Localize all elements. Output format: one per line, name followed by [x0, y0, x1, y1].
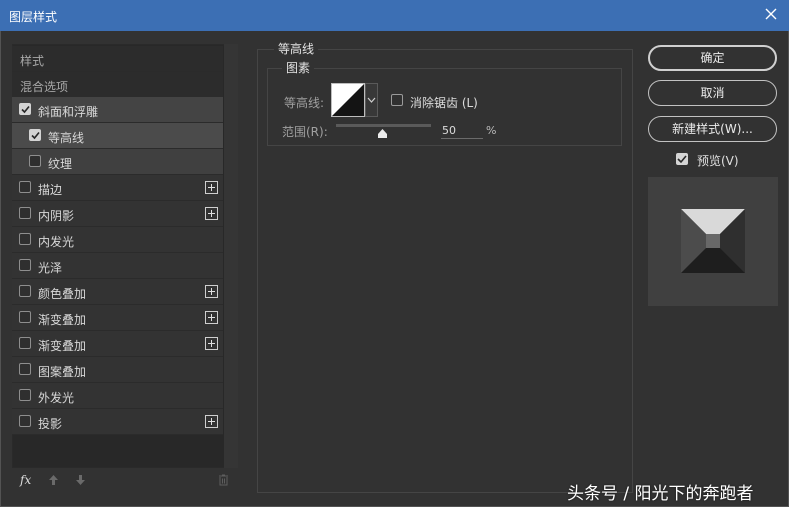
contour-label: 等高线: — [284, 96, 325, 110]
style-item-stroke[interactable]: 描边 — [12, 175, 223, 201]
add-icon[interactable] — [205, 337, 218, 350]
checkbox[interactable] — [19, 233, 31, 245]
item-label: 混合选项 — [20, 80, 69, 94]
add-icon[interactable] — [205, 181, 218, 194]
ok-button[interactable]: 确定 — [648, 45, 777, 71]
item-label: 投影 — [38, 417, 63, 431]
preview-label: 预览(V) — [697, 154, 739, 168]
item-label: 渐变叠加 — [38, 313, 87, 327]
chevron-down-icon — [367, 97, 376, 103]
item-label: 描边 — [38, 183, 63, 197]
range-unit: % — [486, 124, 497, 137]
item-label: 等高线 — [48, 131, 85, 145]
close-icon[interactable] — [763, 6, 779, 22]
item-label: 图案叠加 — [38, 365, 87, 379]
style-item-inner-shadow[interactable]: 内阴影 — [12, 201, 223, 227]
contour-picker[interactable] — [331, 83, 365, 117]
style-item-bevel-emboss[interactable]: 斜面和浮雕 — [12, 97, 223, 123]
item-label: 渐变叠加 — [38, 339, 87, 353]
item-label: 斜面和浮雕 — [38, 105, 99, 119]
item-label: 样式 — [20, 54, 45, 68]
style-item-contour[interactable]: 等高线 — [12, 123, 223, 149]
style-item-color-overlay[interactable]: 颜色叠加 — [12, 279, 223, 305]
elements-group-title: 图素 — [282, 59, 315, 76]
style-item-gradient-overlay-2[interactable]: 渐变叠加 — [12, 331, 223, 357]
contour-dropdown[interactable] — [365, 83, 378, 117]
watermark-text: 头条号 / 阳光下的奔跑者 — [567, 484, 754, 504]
fx-button[interactable]: fx — [20, 473, 31, 487]
checkbox[interactable] — [29, 129, 41, 141]
window-title: 图层样式 — [9, 10, 58, 24]
checkbox[interactable] — [19, 337, 31, 349]
add-icon[interactable] — [205, 415, 218, 428]
item-label: 外发光 — [38, 391, 75, 405]
style-preview — [648, 177, 778, 306]
style-item-drop-shadow[interactable]: 投影 — [12, 409, 223, 435]
checkbox[interactable] — [19, 363, 31, 375]
checkbox[interactable] — [19, 285, 31, 297]
range-label: 范围(R): — [282, 125, 328, 139]
title-bar: 图层样式 — [0, 0, 789, 31]
preview-checkbox[interactable] — [676, 153, 688, 165]
move-up-icon[interactable] — [48, 474, 59, 489]
checkbox[interactable] — [29, 155, 41, 167]
item-label: 纹理 — [48, 157, 73, 171]
cancel-button[interactable]: 取消 — [648, 80, 777, 106]
style-list-header-styles[interactable]: 样式 — [12, 46, 223, 72]
add-icon[interactable] — [205, 285, 218, 298]
style-item-texture[interactable]: 纹理 — [12, 149, 223, 175]
item-label: 光泽 — [38, 261, 63, 275]
preview-bevel-swatch — [681, 209, 745, 273]
antialias-checkbox[interactable] — [391, 94, 403, 106]
range-value-input[interactable]: 50 — [441, 122, 483, 139]
style-item-outer-glow[interactable]: 外发光 — [12, 383, 223, 409]
new-style-button[interactable]: 新建样式(W)... — [648, 116, 777, 142]
add-icon[interactable] — [205, 311, 218, 324]
item-label: 内发光 — [38, 235, 75, 249]
contour-group-title: 等高线 — [274, 40, 319, 57]
checkbox[interactable] — [19, 311, 31, 323]
style-item-pattern-overlay[interactable]: 图案叠加 — [12, 357, 223, 383]
checkbox[interactable] — [19, 415, 31, 427]
item-label: 颜色叠加 — [38, 287, 87, 301]
range-value-text: 50 — [442, 124, 456, 137]
style-list-blending-options[interactable]: 混合选项 — [12, 72, 223, 98]
trash-icon[interactable] — [218, 474, 229, 489]
style-item-inner-glow[interactable]: 内发光 — [12, 227, 223, 253]
move-down-icon[interactable] — [75, 474, 86, 489]
checkbox[interactable] — [19, 103, 31, 115]
checkbox[interactable] — [19, 207, 31, 219]
checkbox[interactable] — [19, 389, 31, 401]
style-item-gradient-overlay[interactable]: 渐变叠加 — [12, 305, 223, 331]
checkbox[interactable] — [19, 181, 31, 193]
style-item-satin[interactable]: 光泽 — [12, 253, 223, 279]
style-list-scrollbar[interactable] — [224, 44, 238, 468]
style-list-toolbar: fx — [12, 468, 238, 494]
item-label: 内阴影 — [38, 209, 75, 223]
checkbox[interactable] — [19, 259, 31, 271]
range-slider-thumb[interactable] — [377, 127, 388, 141]
antialias-label: 消除锯齿 (L) — [410, 96, 478, 110]
add-icon[interactable] — [205, 207, 218, 220]
